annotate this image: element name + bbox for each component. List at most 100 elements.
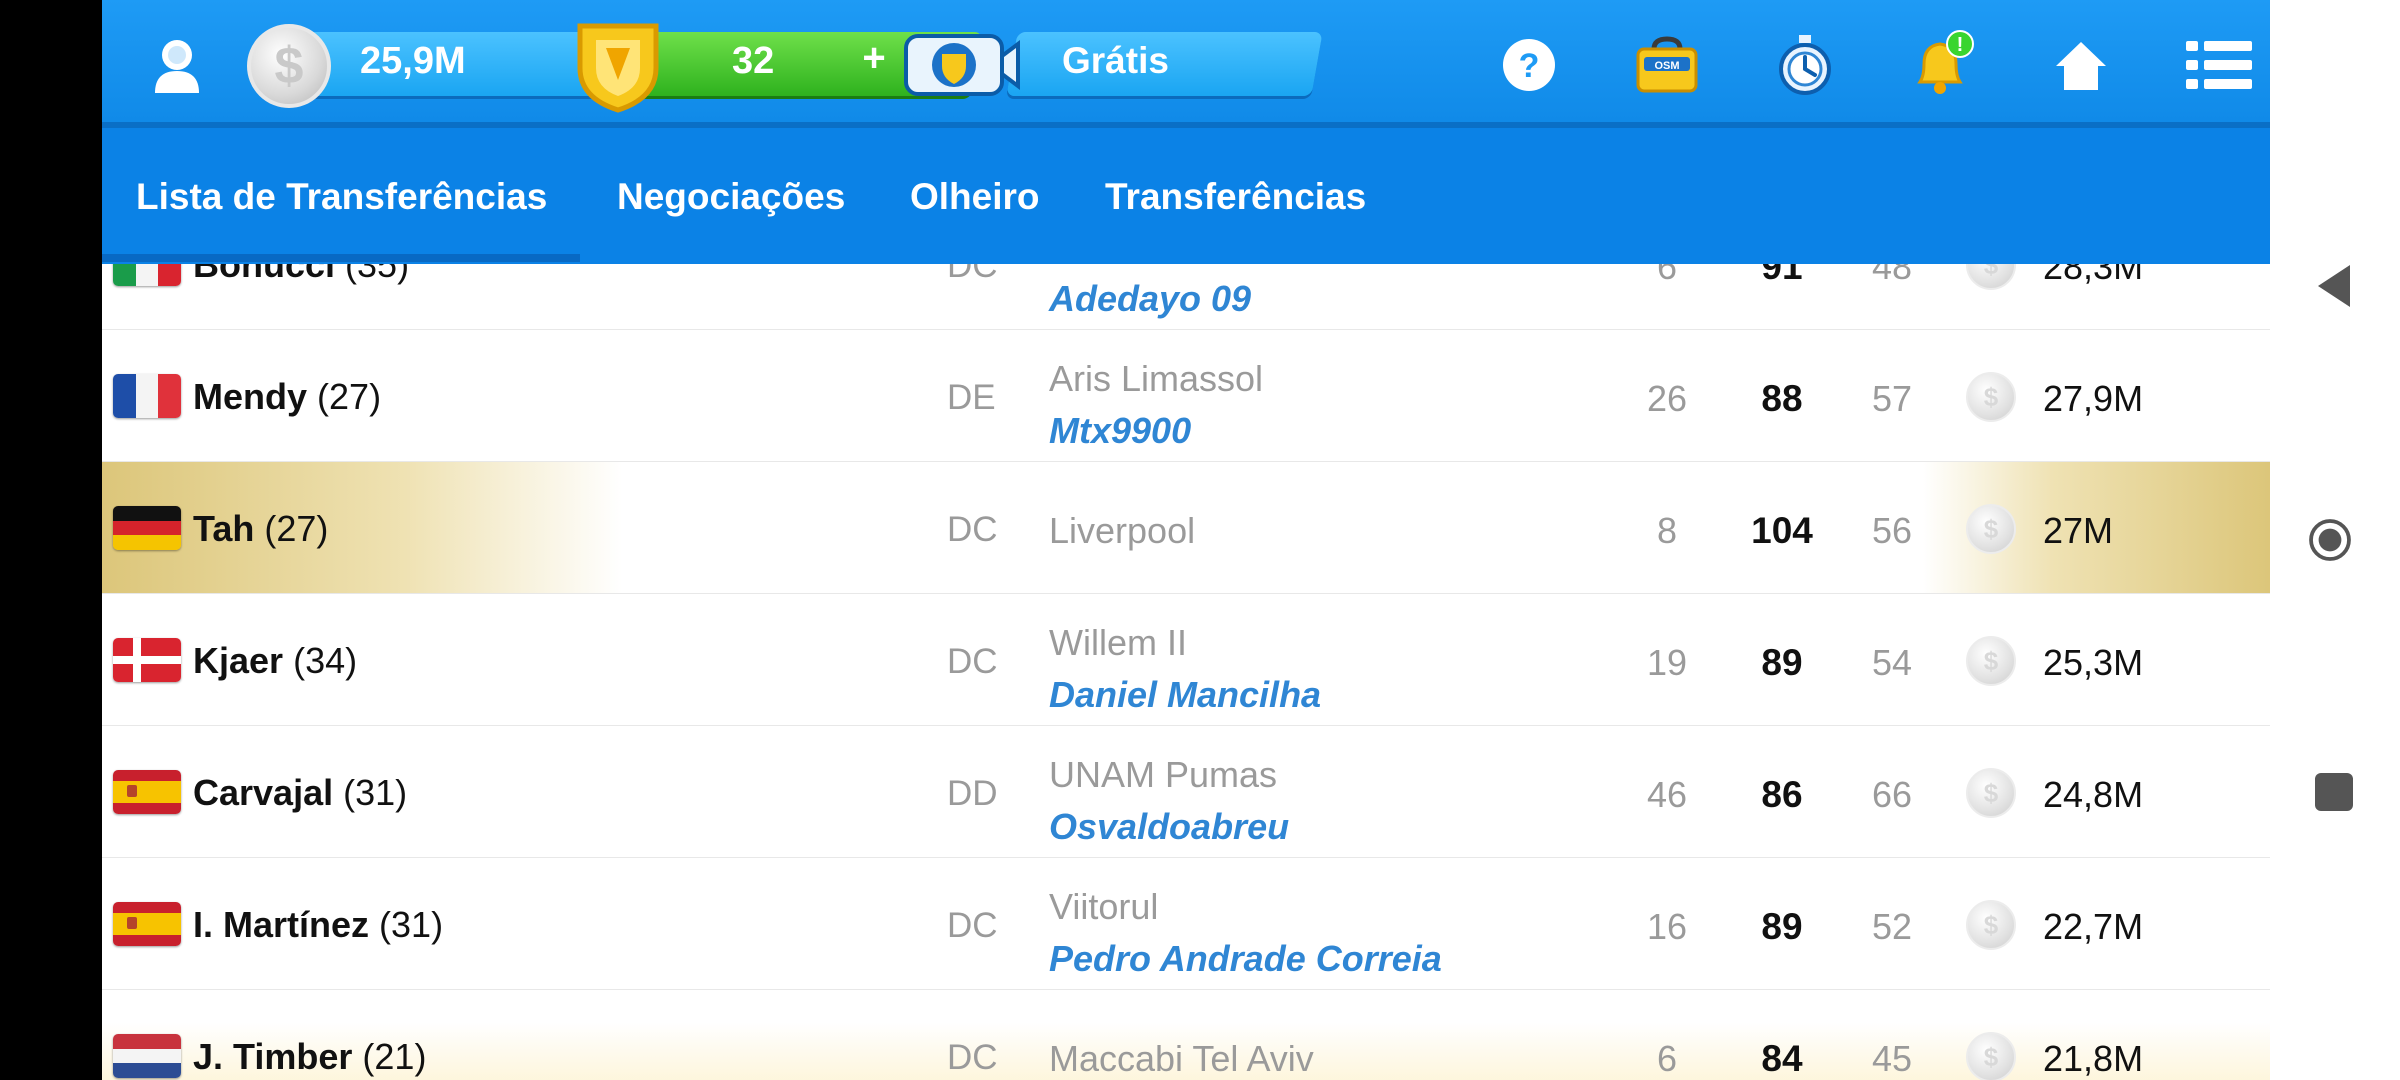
stat-potential: 52 [1871, 906, 1913, 947]
tab-transfer-list[interactable]: Lista de Transferências [136, 176, 547, 218]
home-nav-icon[interactable] [2308, 518, 2352, 562]
coin-icon: $ [1966, 264, 2016, 290]
player-name: Carvajal (31) [193, 772, 408, 813]
table-row[interactable]: Tah (27) DC Liverpool 8 104 56 $27M [102, 462, 2270, 594]
player-position: DC [947, 510, 998, 549]
stat-age: 8 [1656, 510, 1678, 551]
stat-overall: 89 [1761, 642, 1803, 683]
user-icon[interactable] [142, 30, 212, 100]
coin-icon: $ [1966, 636, 2016, 686]
team-name: Willem II [1049, 622, 1187, 663]
manager-link[interactable]: Daniel Mancilha [1049, 674, 1321, 716]
flag-icon [113, 638, 181, 682]
stat-potential: 57 [1871, 378, 1913, 419]
shop-icon[interactable]: OSM [1632, 30, 1702, 100]
stat-overall: 89 [1761, 906, 1803, 947]
stat-potential: 66 [1871, 774, 1913, 815]
stat-potential: 48 [1871, 264, 1913, 287]
team-name: Viitorul [1049, 886, 1159, 927]
coin-icon: $ [1966, 372, 2016, 422]
stat-age: 26 [1646, 378, 1688, 419]
back-icon[interactable] [2312, 264, 2356, 308]
coin-icon: $ [1966, 768, 2016, 818]
left-black-bezel [0, 0, 102, 1080]
flag-icon [113, 1034, 181, 1078]
table-row[interactable]: Carvajal (31) DD UNAM Pumas Osvaldoabreu 46 8… [102, 726, 2270, 858]
free-coins-label: Grátis [1062, 40, 1169, 81]
svg-text:?: ? [1519, 47, 1540, 85]
money-value: 25,9M [360, 40, 466, 82]
player-position: DD [947, 774, 998, 813]
video-ad-icon [904, 34, 1020, 96]
player-price: 21,8M [2043, 1038, 2144, 1079]
player-price: 27,9M [2043, 378, 2144, 419]
player-position: DC [947, 906, 998, 945]
stat-age: 19 [1646, 642, 1688, 683]
stat-age: 46 [1646, 774, 1688, 815]
buy-boss-coins-button[interactable]: + [844, 36, 904, 81]
top-bar: $ 25,9M 32 + Grátis ? OSM ! [102, 0, 2270, 128]
manager-link[interactable]: Mtx9900 [1049, 410, 1191, 452]
menu-icon[interactable] [2184, 30, 2254, 100]
svg-text:OSM: OSM [1654, 60, 1679, 72]
stat-overall: 86 [1761, 774, 1803, 815]
stat-potential: 45 [1871, 1038, 1913, 1079]
player-name: Kjaer (34) [193, 640, 358, 681]
transfer-list: Bonucci (35) DC Hardaan Adedayo 09 6 91 48 $28,… [102, 264, 2270, 1080]
table-row[interactable]: J. Timber (21) DC Maccabi Tel Aviv 6 84 45 $21… [102, 990, 2270, 1080]
flag-icon [113, 374, 181, 418]
flag-icon [113, 770, 181, 814]
system-nav-bar [2270, 0, 2400, 1080]
team-name: UNAM Pumas [1049, 754, 1278, 795]
stat-age: 6 [1656, 1038, 1678, 1079]
stopwatch-icon[interactable] [1770, 30, 1840, 100]
stat-overall: 91 [1761, 264, 1803, 287]
tab-transfers[interactable]: Transferências [1105, 176, 1366, 218]
coin-icon: $ [1966, 504, 2016, 554]
flag-icon [113, 902, 181, 946]
flag-icon [113, 264, 181, 286]
team-name: Liverpool [1049, 510, 1196, 551]
svg-text:!: ! [1957, 34, 1964, 56]
player-price: 25,3M [2043, 642, 2144, 683]
table-row[interactable]: Kjaer (34) DC Willem II Daniel Mancilha 19 89… [102, 594, 2270, 726]
team-name: Maccabi Tel Aviv [1049, 1038, 1314, 1079]
player-name: J. Timber (21) [193, 1036, 427, 1077]
player-price: 27M [2043, 510, 2114, 551]
player-price: 24,8M [2043, 774, 2144, 815]
stat-age: 6 [1656, 264, 1678, 287]
player-price: 22,7M [2043, 906, 2144, 947]
tab-negotiations[interactable]: Negociações [617, 176, 845, 218]
bell-icon[interactable]: ! [1908, 30, 1978, 100]
table-row[interactable]: I. Martínez (31) DC Viitorul Pedro Andrade … [102, 858, 2270, 990]
coin-icon: $ [247, 24, 331, 108]
manager-link[interactable]: Adedayo 09 [1049, 278, 1251, 320]
stat-potential: 56 [1871, 510, 1913, 551]
player-position: DC [947, 642, 998, 681]
player-name: Mendy (27) [193, 376, 382, 417]
home-icon[interactable] [2046, 30, 2116, 100]
boss-coins-value: 32 [732, 40, 775, 82]
stat-overall: 104 [1751, 510, 1813, 551]
table-row[interactable]: Bonucci (35) DC Hardaan Adedayo 09 6 91 48 $28,… [102, 264, 2270, 330]
coin-icon: $ [1966, 900, 2016, 950]
manager-link[interactable]: Osvaldoabreu [1049, 806, 1289, 848]
team-name: Aris Limassol [1049, 358, 1264, 399]
player-price: 28,3M [2043, 264, 2144, 287]
app-screen: $ 25,9M 32 + Grátis ? OSM ! Lista de Tra… [102, 0, 2270, 1080]
stat-potential: 54 [1871, 642, 1913, 683]
player-position: DC [947, 1038, 998, 1077]
manager-link[interactable]: Pedro Andrade Correia [1049, 938, 1442, 980]
coin-icon: $ [1966, 1032, 2016, 1080]
team-name: Hardaan [1049, 264, 1187, 268]
stat-overall: 84 [1761, 1038, 1803, 1079]
recents-icon[interactable] [2312, 770, 2356, 814]
table-row[interactable]: Mendy (27) DE Aris Limassol Mtx9900 26 88 57 $2… [102, 330, 2270, 462]
player-name: Tah (27) [193, 508, 329, 549]
player-name: I. Martínez (31) [193, 904, 444, 945]
help-icon[interactable]: ? [1494, 30, 1564, 100]
tab-scout[interactable]: Olheiro [910, 176, 1040, 218]
stat-overall: 88 [1761, 378, 1803, 419]
tab-bar: Lista de Transferências Negociações Olhe… [102, 128, 2270, 264]
flag-icon [113, 506, 181, 550]
